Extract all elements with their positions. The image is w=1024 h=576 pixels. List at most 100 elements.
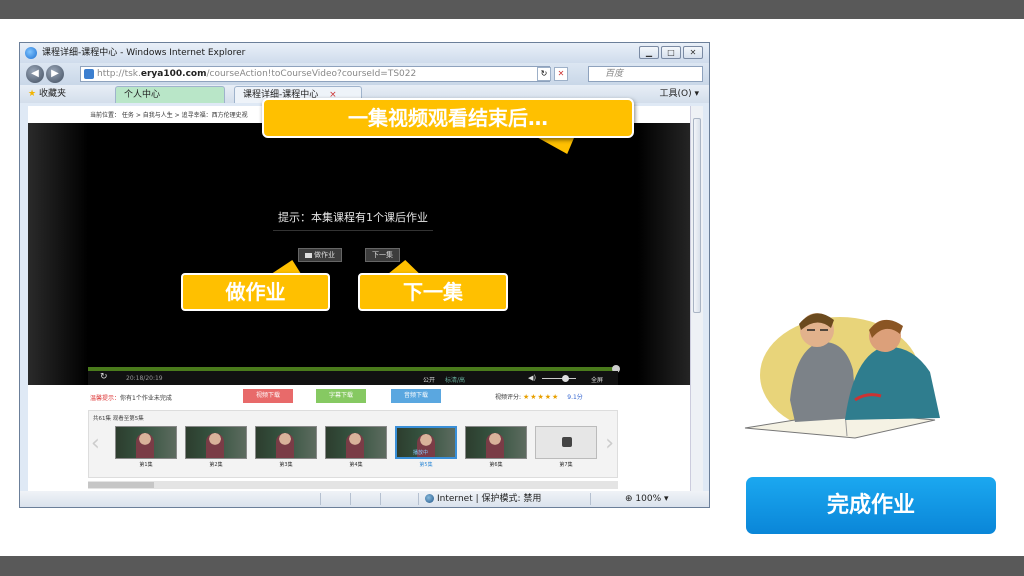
episode-thumbnail: 播放中 bbox=[395, 426, 457, 459]
url-prefix: http://tsk. bbox=[97, 69, 141, 79]
lecturer-figure bbox=[136, 433, 154, 458]
status-divider bbox=[418, 493, 419, 505]
vertical-scrollbar[interactable] bbox=[690, 106, 703, 491]
status-bar: Internet | 保护模式: 禁用 ⊕ 100% ▾ bbox=[20, 491, 709, 507]
search-input[interactable]: 百度 bbox=[588, 66, 703, 82]
callout-homework: 做作业 bbox=[181, 273, 330, 311]
episode-label: 第2集 bbox=[209, 462, 223, 468]
rating-score: 9.1分 bbox=[567, 394, 583, 401]
scrollbar-thumb[interactable] bbox=[693, 118, 701, 313]
quality-toggle[interactable]: 标清/高 bbox=[445, 375, 465, 384]
episode-label: 第5集 bbox=[419, 462, 433, 468]
reminder-text: 你有1个作业未完成 bbox=[120, 395, 172, 402]
episode-item[interactable]: 第3集 bbox=[255, 426, 317, 468]
homework-hint: 提示：本集课程有1个课后作业 bbox=[278, 211, 428, 224]
episode-thumbnail bbox=[325, 426, 387, 459]
episode-thumbnail bbox=[185, 426, 247, 459]
globe-icon bbox=[425, 494, 434, 503]
play-time: 20:18/20:19 bbox=[126, 375, 163, 382]
episode-item-current[interactable]: 播放中 第5集 bbox=[395, 426, 457, 468]
episode-count: 共61集 观看至第5集 bbox=[93, 416, 144, 422]
player-controls: ↻ 20:18/20:19 公开 标清/高 ◀) 全屏 bbox=[88, 371, 618, 385]
search-placeholder: 百度 bbox=[605, 69, 624, 79]
favorites-button[interactable]: ★ 收藏夹 bbox=[28, 87, 66, 101]
star-icon: ★ bbox=[28, 89, 37, 99]
status-divider bbox=[320, 493, 321, 505]
episode-label: 第6集 bbox=[489, 462, 503, 468]
tab-personal-center[interactable]: 个人中心 bbox=[115, 86, 225, 103]
episode-item[interactable]: 第1集 bbox=[115, 426, 177, 468]
back-icon[interactable]: ◀ bbox=[26, 65, 44, 83]
replay-icon[interactable]: ↻ bbox=[100, 372, 108, 382]
slide-top-bar bbox=[0, 0, 1024, 19]
episode-label: 第1集 bbox=[139, 462, 153, 468]
complete-homework-button[interactable]: 完成作业 bbox=[746, 477, 996, 534]
hint-divider bbox=[273, 230, 433, 231]
public-toggle[interactable]: 公开 bbox=[423, 375, 435, 384]
episode-item-locked[interactable]: 第7集 bbox=[535, 426, 597, 468]
reminder: 温馨提示：你有1个作业未完成 bbox=[90, 393, 172, 402]
volume-icon[interactable]: ◀) bbox=[528, 374, 536, 382]
lecturer-figure bbox=[486, 433, 504, 458]
episode-label: 第3集 bbox=[279, 462, 293, 468]
subtitle-download-button[interactable]: 字幕下载 bbox=[316, 389, 366, 403]
chevron-right-icon[interactable]: › bbox=[605, 433, 614, 455]
study-clipart bbox=[744, 313, 940, 439]
homework-icon bbox=[305, 252, 312, 258]
forward-icon[interactable]: ▶ bbox=[46, 65, 64, 83]
lecturer-figure bbox=[206, 433, 224, 458]
close-button[interactable]: ✕ bbox=[683, 46, 703, 59]
favorites-label: 收藏夹 bbox=[38, 89, 66, 99]
url-input[interactable]: http://tsk.erya100.com/courseAction!toCo… bbox=[80, 66, 550, 82]
episode-list: 共61集 观看至第5集 ‹ 第1集 第2集 第3集 第4集 播放中 第5集 第6… bbox=[88, 410, 618, 478]
audio-download-button[interactable]: 音频下载 bbox=[391, 389, 441, 403]
tab-label: 个人中心 bbox=[124, 90, 161, 100]
homework-button-label: 做作业 bbox=[314, 251, 335, 259]
episode-item[interactable]: 第4集 bbox=[325, 426, 387, 468]
zoom-label: 100% bbox=[635, 494, 662, 504]
window-controls: ▁ □ ✕ bbox=[639, 46, 703, 59]
address-bar-row: ◀ ▶ http://tsk.erya100.com/courseAction!… bbox=[20, 63, 709, 85]
security-zone[interactable]: Internet | 保护模式: 禁用 bbox=[425, 491, 541, 507]
zoom-level[interactable]: ⊕ 100% ▾ bbox=[625, 491, 669, 507]
episode-label: 第4集 bbox=[349, 462, 363, 468]
lock-icon bbox=[562, 437, 572, 447]
playing-badge: 播放中 bbox=[413, 450, 429, 456]
chevron-left-icon[interactable]: ‹ bbox=[91, 433, 100, 455]
video-player-area: 提示：本集课程有1个课后作业 做作业 下一集 ↻ 20:18/20:19 公开 … bbox=[28, 123, 698, 385]
video-download-button[interactable]: 视频下载 bbox=[243, 389, 293, 403]
maximize-button[interactable]: □ bbox=[661, 46, 681, 59]
fullscreen-button[interactable]: 全屏 bbox=[591, 375, 603, 384]
address-actions: ↻ ✕ bbox=[537, 67, 568, 81]
episode-item[interactable]: 第6集 bbox=[465, 426, 527, 468]
minimize-button[interactable]: ▁ bbox=[639, 46, 659, 59]
episode-thumbnail bbox=[255, 426, 317, 459]
stop-icon[interactable]: ✕ bbox=[554, 67, 568, 81]
horizontal-scrollbar[interactable] bbox=[88, 481, 618, 489]
tools-label: 工具(O) bbox=[659, 89, 692, 99]
zone-label: Internet | 保护模式: 禁用 bbox=[437, 494, 542, 504]
ie-logo-icon bbox=[25, 47, 37, 59]
callout-next: 下一集 bbox=[358, 273, 508, 311]
status-divider bbox=[350, 493, 351, 505]
scrollbar-thumb[interactable] bbox=[88, 482, 154, 488]
status-divider bbox=[590, 493, 591, 505]
rating-label: 视频评分: bbox=[495, 394, 522, 401]
episode-item[interactable]: 第2集 bbox=[185, 426, 247, 468]
episode-thumbnail bbox=[465, 426, 527, 459]
lecturer-figure bbox=[346, 433, 364, 458]
next-episode-button[interactable]: 下一集 bbox=[365, 248, 400, 262]
volume-knob[interactable] bbox=[562, 375, 569, 382]
tools-menu[interactable]: 工具(O) ▾ bbox=[660, 87, 700, 101]
volume-slider[interactable] bbox=[542, 378, 576, 379]
video-player[interactable]: 提示：本集课程有1个课后作业 做作业 下一集 bbox=[88, 123, 618, 371]
lecturer-figure bbox=[276, 433, 294, 458]
video-info-row: 温馨提示：你有1个作业未完成 视频下载 字幕下载 音频下载 视频评分: ★★★★… bbox=[28, 386, 698, 406]
url-domain: erya100.com bbox=[140, 69, 207, 79]
ie-title-bar: 课程详细-课程中心 - Windows Internet Explorer ▁ … bbox=[20, 43, 709, 63]
callout-video-end: 一集视频观看结束后… bbox=[262, 98, 634, 138]
page-icon bbox=[84, 69, 94, 79]
video-rating: 视频评分: ★★★★★ 9.1分 bbox=[495, 392, 583, 401]
rating-stars-icon[interactable]: ★★★★★ bbox=[523, 393, 559, 401]
refresh-icon[interactable]: ↻ bbox=[537, 67, 551, 81]
